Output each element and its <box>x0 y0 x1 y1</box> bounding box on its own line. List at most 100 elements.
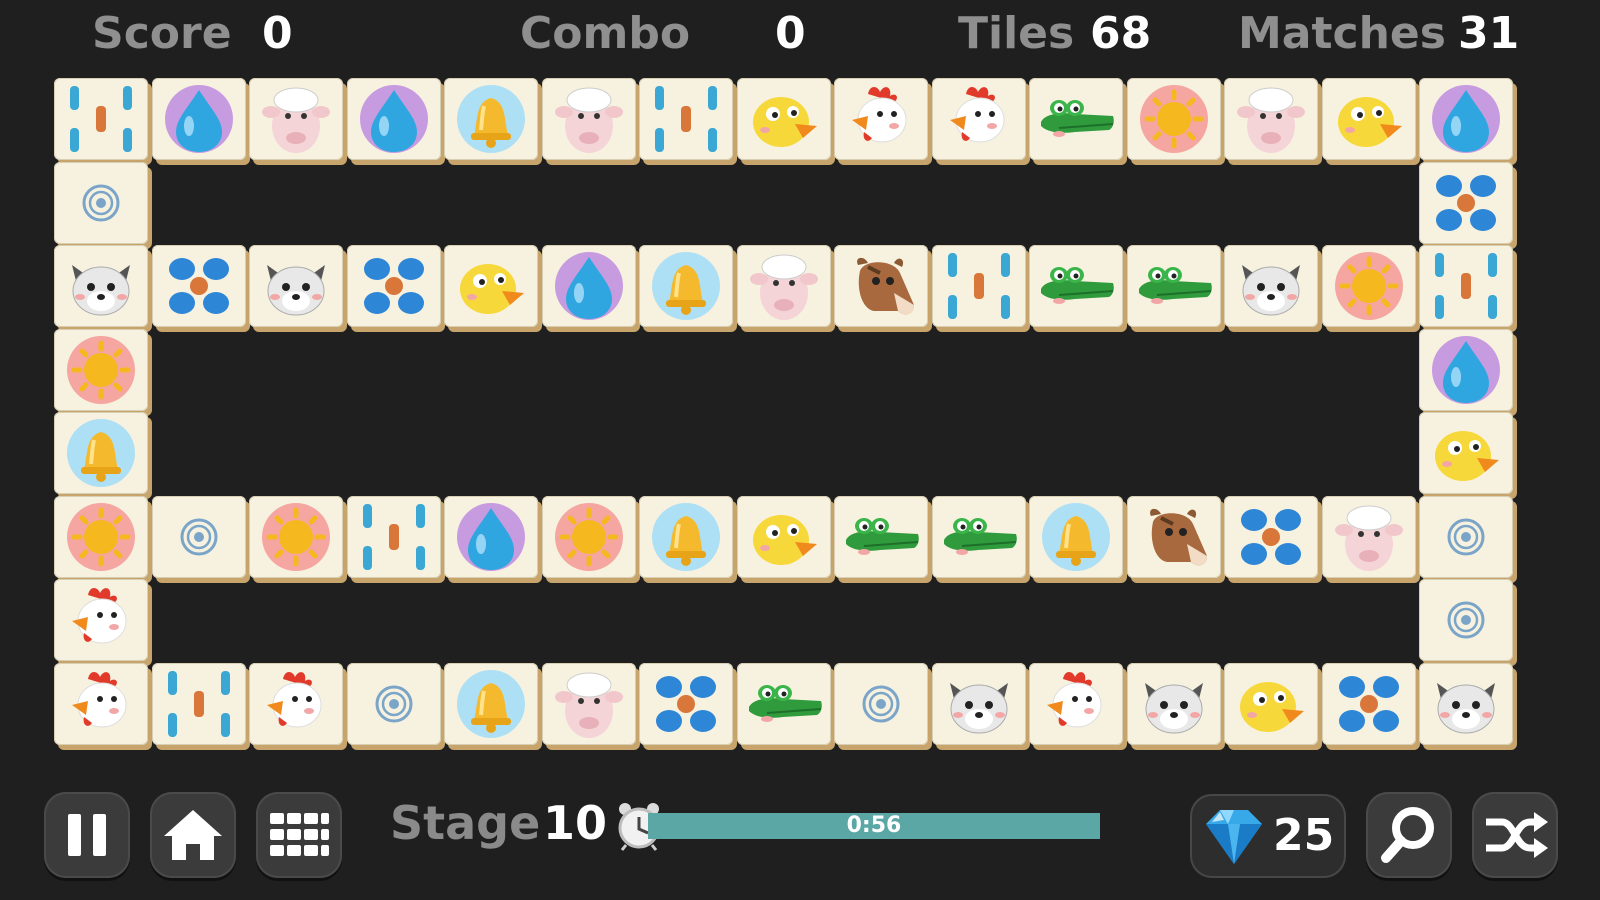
tile-sun[interactable] <box>541 495 636 578</box>
horse-icon <box>857 257 914 315</box>
tile-bell[interactable] <box>639 495 733 578</box>
tile-dots-pattern[interactable] <box>346 495 441 578</box>
sheep-icon <box>554 672 623 738</box>
tile-cat[interactable] <box>54 245 148 327</box>
cat-icon <box>267 265 325 316</box>
tile-chick[interactable] <box>1321 78 1416 160</box>
tile-cat[interactable] <box>1126 662 1221 745</box>
tile-sheep[interactable] <box>1224 78 1318 160</box>
tile-sun[interactable] <box>54 495 148 578</box>
tile-water-drop[interactable] <box>1419 78 1513 160</box>
home-icon <box>164 810 222 860</box>
gem-counter-button[interactable]: 25 <box>1190 794 1346 878</box>
tile-chick[interactable] <box>1419 412 1513 494</box>
water-drop-icon <box>457 502 525 571</box>
tile-rooster[interactable] <box>54 662 148 745</box>
tile-target[interactable] <box>1419 579 1513 661</box>
stage-label: Stage <box>390 796 541 850</box>
sun-icon <box>1334 252 1403 320</box>
tile-cat[interactable] <box>931 662 1026 745</box>
tile-rooster[interactable] <box>834 78 928 160</box>
cat-icon <box>949 682 1008 733</box>
tile-water-drop[interactable] <box>1419 328 1513 411</box>
tile-horse[interactable] <box>1126 495 1221 578</box>
pause-button[interactable] <box>44 792 130 878</box>
tile-bell[interactable] <box>444 78 538 160</box>
tile-water-drop[interactable] <box>151 78 246 160</box>
magnifier-icon <box>1381 807 1434 863</box>
tile-sheep[interactable] <box>249 78 343 160</box>
tile-rooster[interactable] <box>249 662 343 745</box>
tile-horse[interactable] <box>834 245 928 327</box>
tile-dots-pattern[interactable] <box>931 245 1026 327</box>
shuffle-button[interactable] <box>1472 792 1558 878</box>
tile-flower-dots[interactable] <box>1419 161 1513 244</box>
target-icon <box>375 685 412 722</box>
tile-chick[interactable] <box>736 78 831 160</box>
tile-rooster[interactable] <box>931 78 1026 160</box>
tile-flower-dots[interactable] <box>151 245 246 327</box>
tile-sun[interactable] <box>1321 245 1416 327</box>
target-icon <box>180 518 217 555</box>
tile-flower-dots[interactable] <box>346 245 441 327</box>
crocodile-icon <box>1041 100 1114 137</box>
tile-sheep[interactable] <box>541 78 636 160</box>
horse-icon <box>1149 508 1207 565</box>
flower-dots-icon <box>656 675 716 732</box>
tile-crocodile[interactable] <box>736 662 831 745</box>
tile-sun[interactable] <box>1126 78 1221 160</box>
tile-dots-pattern[interactable] <box>151 662 246 745</box>
tile-target[interactable] <box>346 662 441 745</box>
chick-icon <box>1435 431 1499 481</box>
tile-crocodile[interactable] <box>1029 245 1123 327</box>
tile-crocodile[interactable] <box>834 495 928 578</box>
tile-flower-dots[interactable] <box>639 662 733 745</box>
tile-bell[interactable] <box>54 412 148 494</box>
tile-cat[interactable] <box>249 245 343 327</box>
bell-icon <box>67 419 135 487</box>
tile-sun[interactable] <box>54 328 148 411</box>
dots-pattern-icon <box>947 253 1010 319</box>
tile-dots-pattern[interactable] <box>1419 245 1513 327</box>
tile-target[interactable] <box>834 662 928 745</box>
tile-chick[interactable] <box>444 245 538 327</box>
tile-flower-dots[interactable] <box>1321 662 1416 745</box>
menu-button[interactable] <box>256 792 342 878</box>
home-button[interactable] <box>150 792 236 878</box>
tile-rooster[interactable] <box>54 579 148 661</box>
tile-water-drop[interactable] <box>541 245 636 327</box>
crocodile-icon <box>1041 267 1114 304</box>
tile-rooster[interactable] <box>1029 662 1123 745</box>
tile-crocodile[interactable] <box>931 495 1026 578</box>
tile-sheep[interactable] <box>1321 495 1416 578</box>
tile-dots-pattern[interactable] <box>54 78 148 160</box>
diamond-icon <box>1206 810 1262 864</box>
tile-target[interactable] <box>54 161 148 244</box>
tile-bell[interactable] <box>639 245 733 327</box>
rooster-icon <box>1047 671 1102 727</box>
tile-sheep[interactable] <box>541 662 636 745</box>
tile-target[interactable] <box>151 495 246 578</box>
tile-sheep[interactable] <box>736 245 831 327</box>
tile-dots-pattern[interactable] <box>639 78 733 160</box>
flower-dots-icon <box>168 258 229 314</box>
hint-button[interactable] <box>1366 792 1452 878</box>
tile-bell[interactable] <box>444 662 538 745</box>
rooster-icon <box>72 671 127 727</box>
tile-crocodile[interactable] <box>1126 245 1221 327</box>
water-drop-icon <box>1432 335 1500 404</box>
tile-cat[interactable] <box>1224 245 1318 327</box>
bell-icon <box>457 669 525 738</box>
tile-target[interactable] <box>1419 495 1513 578</box>
tile-chick[interactable] <box>736 495 831 578</box>
tile-chick[interactable] <box>1224 662 1318 745</box>
tile-cat[interactable] <box>1419 662 1513 745</box>
sun-icon <box>554 502 623 571</box>
tile-sun[interactable] <box>249 495 343 578</box>
timer-text: 0:56 <box>846 813 902 838</box>
tile-crocodile[interactable] <box>1029 78 1123 160</box>
tile-bell[interactable] <box>1029 495 1123 578</box>
tile-water-drop[interactable] <box>346 78 441 160</box>
tile-water-drop[interactable] <box>444 495 538 578</box>
tile-flower-dots[interactable] <box>1224 495 1318 578</box>
